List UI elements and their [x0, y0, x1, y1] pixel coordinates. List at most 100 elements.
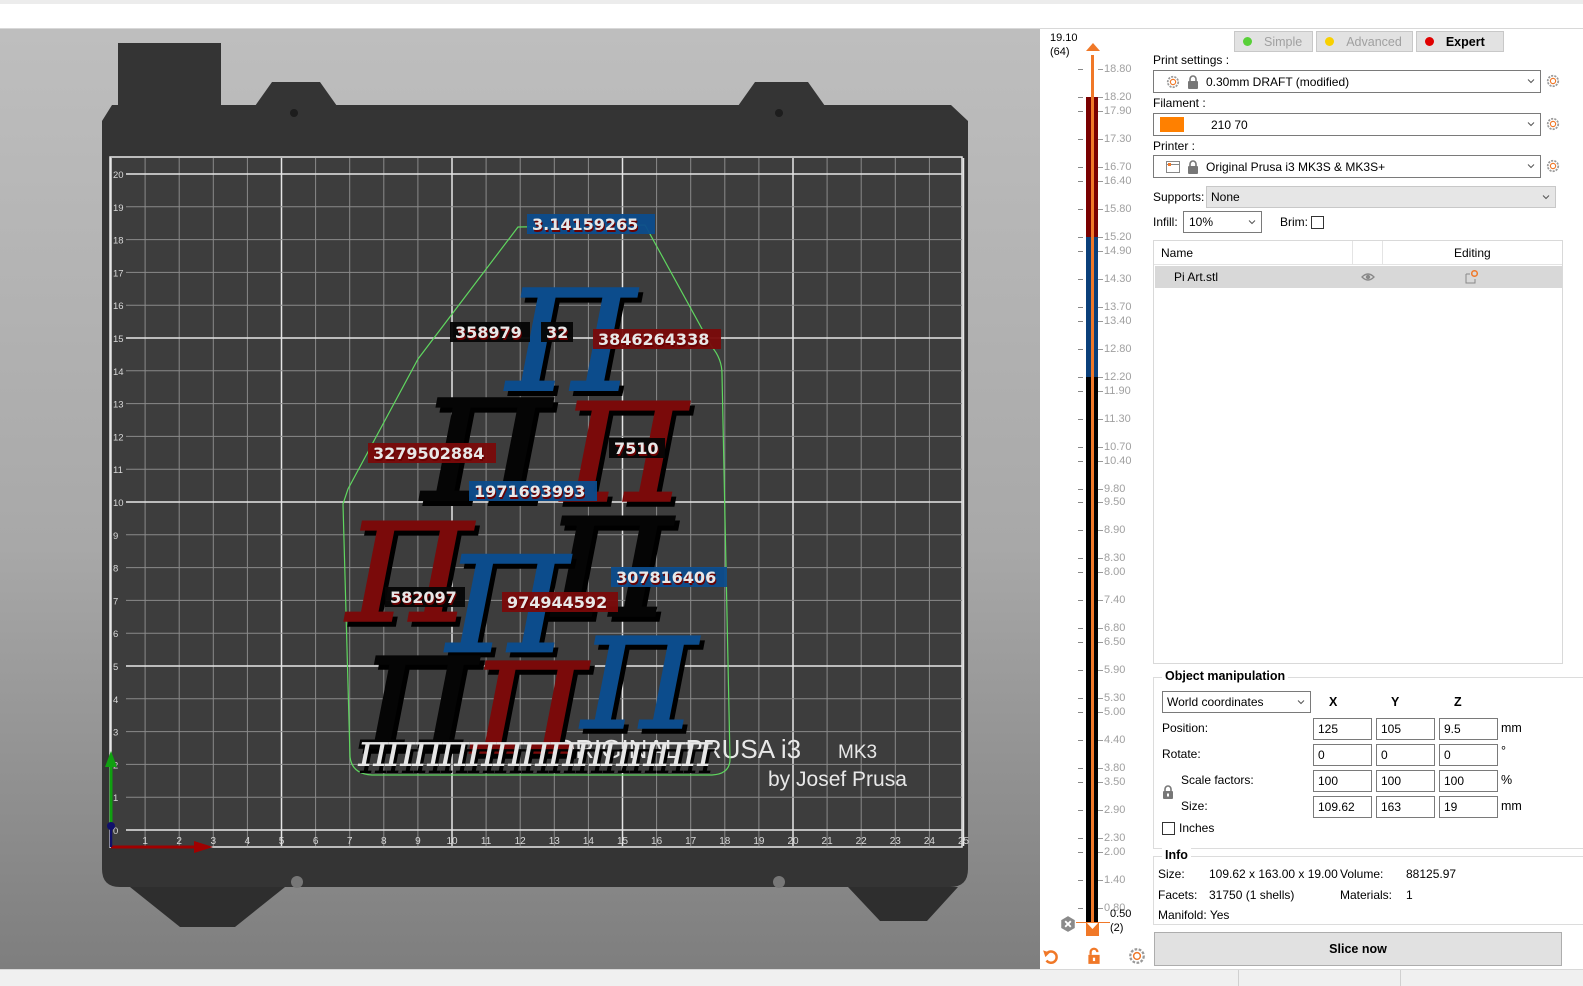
digit-label: 358979 [455, 323, 522, 342]
supports-combo[interactable]: None [1206, 186, 1556, 208]
mode-dot-icon [1424, 37, 1434, 46]
supports-label: Supports: [1153, 190, 1205, 204]
scale-y-input[interactable]: 100 [1376, 770, 1435, 792]
size-y-input[interactable]: 163 [1376, 796, 1435, 818]
layer-slider[interactable]: 19.10 (64) 18.80 18.20 17.90 17.30 16.70 16.4… [1040, 29, 1150, 969]
layer-tick-label: 11.30 [1104, 412, 1131, 425]
size-z-input[interactable]: 19 [1439, 796, 1498, 818]
mode-advanced-button[interactable]: Advanced [1316, 31, 1413, 52]
position-x-input[interactable]: 125 [1313, 718, 1372, 740]
slider-top-thumb[interactable] [1086, 43, 1100, 51]
layer-tick-mark [1098, 698, 1103, 700]
layer-tick-mark [1098, 460, 1103, 462]
mode-label: Expert [1445, 34, 1485, 49]
info-manifold: Manifold: Yes [1158, 908, 1229, 922]
inches-checkbox[interactable] [1162, 822, 1175, 835]
cog-discard-icon[interactable] [1059, 915, 1077, 933]
layer-tick-mark [1098, 530, 1103, 532]
layer-tick-mark [1078, 628, 1083, 630]
slider-bottom-thumb[interactable] [1086, 922, 1099, 936]
axis-x-header: X [1329, 695, 1338, 709]
y-tick-label: 16 [113, 301, 124, 312]
position-z-input[interactable]: 9.5 [1439, 718, 1498, 740]
x-tick-label: 14 [583, 836, 595, 847]
layer-tick-mark [1098, 180, 1103, 182]
layer-tick-label: 13.40 [1104, 314, 1132, 327]
brim-label: Brim: [1280, 215, 1308, 229]
infill-combo[interactable]: 10% [1183, 211, 1262, 233]
brim-checkbox[interactable] [1311, 216, 1324, 229]
bed-logo-mk: MK3 [838, 742, 877, 763]
mode-expert-button[interactable]: Expert [1415, 31, 1504, 52]
scale-z-input[interactable]: 100 [1439, 770, 1498, 792]
filament-color-swatch [1160, 117, 1184, 132]
layer-tick-mark [1098, 96, 1103, 98]
status-divider [1400, 970, 1401, 986]
slice-now-button[interactable]: Slice now [1154, 932, 1562, 966]
y-tick-label: 5 [113, 662, 118, 673]
scale-x-input[interactable]: 100 [1313, 770, 1372, 792]
print-settings-label: Print settings : [1153, 53, 1230, 67]
edit-object-icon[interactable] [1465, 269, 1479, 284]
coordinate-system-combo[interactable]: World coordinates [1162, 691, 1311, 713]
layer-tick-mark [1078, 68, 1083, 70]
info-size-value: 109.62 x 163.00 x 19.00 [1209, 867, 1338, 881]
bed-hole [775, 109, 783, 117]
object-manipulation-panel: Object manipulation World coordinates X … [1153, 669, 1583, 849]
print-settings-edit-cog-icon[interactable] [1546, 74, 1560, 88]
inches-label: Inches [1179, 821, 1215, 835]
eye-icon[interactable] [1361, 271, 1375, 283]
bed-logo-line2: by Josef Prusa [768, 768, 907, 791]
digit-label: 32 [546, 323, 568, 342]
object-list-row[interactable]: Pi Art.stl [1155, 266, 1562, 288]
3d-viewport[interactable]: 1 2 3 4 5 6 7 8 9 10 11 12 13 14 15 16 17 18 19 20 21 22 23 24 2… [0, 29, 1040, 969]
layer-tick-mark [1098, 348, 1103, 350]
printer-combo[interactable]: Original Prusa i3 MK3S & MK3S+ [1153, 155, 1541, 178]
layer-tick-mark [1078, 908, 1083, 910]
top-layer-number: (64) [1050, 46, 1070, 58]
scale-lock-icon[interactable] [1162, 785, 1174, 799]
layer-tick-mark [1078, 376, 1083, 378]
filament-edit-cog-icon[interactable] [1546, 117, 1560, 131]
digit-label: 582097 [390, 588, 457, 607]
layer-tick-label: 14.30 [1104, 272, 1132, 285]
column-editing-header[interactable]: Editing [1454, 241, 1491, 265]
layer-tick-mark [1078, 96, 1083, 98]
layer-tick-mark [1098, 740, 1103, 742]
layer-tick-mark [1078, 712, 1083, 714]
mode-label: Simple [1264, 34, 1303, 49]
info-facets-value: 31750 (1 shells) [1209, 888, 1295, 902]
layer-tick-mark [1098, 166, 1103, 168]
position-y-input[interactable]: 105 [1376, 718, 1435, 740]
layer-tick-mark [1098, 502, 1103, 504]
bed-scene[interactable]: 1 2 3 4 5 6 7 8 9 10 11 12 13 14 15 16 17 18 19 20 21 22 23 24 2… [0, 29, 1040, 969]
rotate-z-input[interactable]: 0 [1439, 744, 1498, 766]
layer-tick-mark [1098, 110, 1103, 112]
size-x-input[interactable]: 109.62 [1313, 796, 1372, 818]
layer-tick-label: 16.40 [1104, 174, 1132, 187]
printer-edit-cog-icon[interactable] [1546, 159, 1560, 173]
mode-simple-button[interactable]: Simple [1234, 31, 1314, 52]
layer-tick-label: 6.50 [1104, 636, 1126, 649]
filament-value: 210 70 [1211, 117, 1248, 132]
unlock-icon[interactable] [1085, 947, 1103, 965]
supports-value: None [1211, 190, 1240, 204]
printer-icon [1166, 160, 1180, 173]
printer-value: Original Prusa i3 MK3S & MK3S+ [1206, 159, 1386, 174]
right-sidebar: Simple Advanced Expert Print settings : … [1150, 29, 1583, 969]
chevron-down-icon [1527, 122, 1535, 127]
filament-combo[interactable]: 210 70 [1153, 113, 1541, 136]
rotate-unit: ° [1501, 744, 1506, 758]
rotate-y-input[interactable]: 0 [1376, 744, 1435, 766]
layer-tick-mark [1098, 236, 1103, 238]
y-tick-label: 8 [113, 564, 118, 575]
layer-tick-mark [1098, 320, 1103, 322]
revert-icon[interactable] [1042, 947, 1060, 965]
layer-tick-mark [1078, 208, 1083, 210]
info-facets-label: Facets: [1158, 888, 1198, 902]
settings-cog-icon[interactable] [1128, 947, 1146, 965]
digit-label: 974944592 [507, 593, 607, 612]
print-settings-combo[interactable]: 0.30mm DRAFT (modified) [1153, 70, 1541, 93]
rotate-x-input[interactable]: 0 [1313, 744, 1372, 766]
column-name-header[interactable]: Name [1161, 241, 1193, 265]
